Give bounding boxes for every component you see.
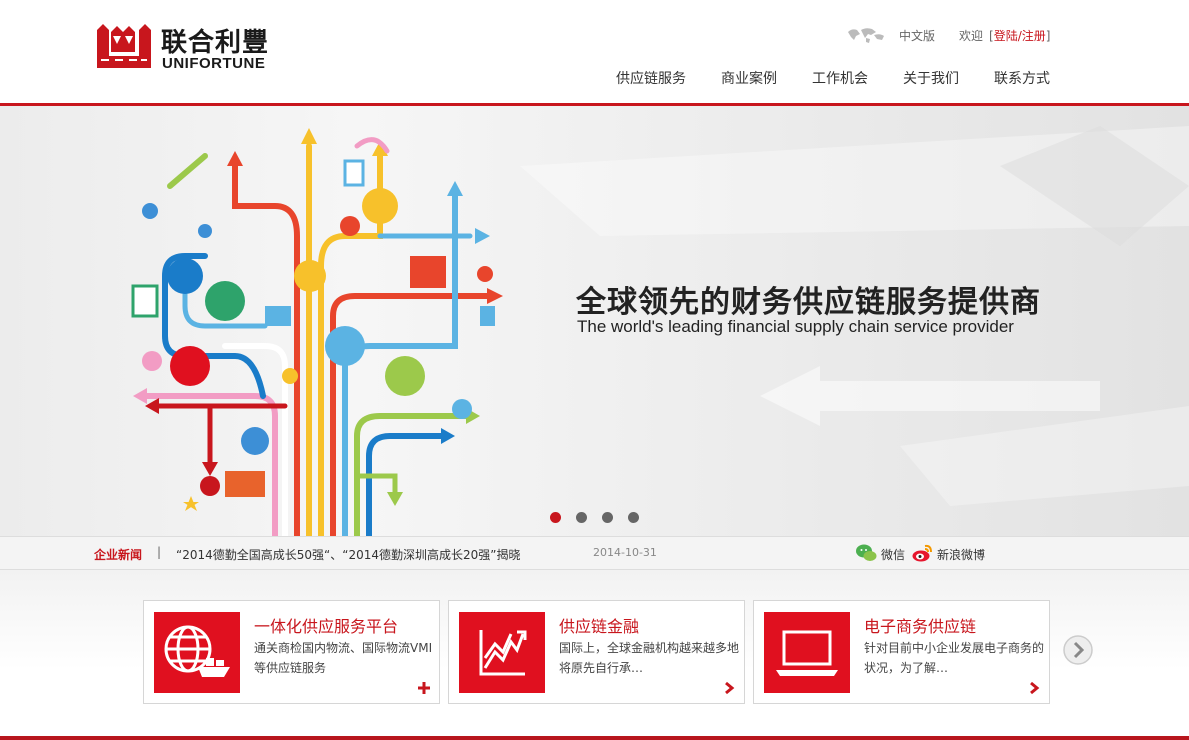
nav-item-contact[interactable]: 联系方式 [994, 68, 1050, 88]
nav-item-supply-chain-services[interactable]: 供应链服务 [616, 68, 686, 88]
header: 联合利豐 UNIFORTUNE 中文版 欢迎 [登陆/注册] 供应链服务 商业案… [0, 0, 1189, 104]
nav-item-about-us[interactable]: 关于我们 [903, 68, 959, 88]
logo[interactable]: 联合利豐 UNIFORTUNE [95, 22, 285, 74]
chevron-right-icon[interactable] [722, 681, 736, 695]
language-switch-link[interactable]: 中文版 [899, 27, 935, 44]
news-bar: 企业新闻 | “2014德勤全国高成长50强“、“2014德勤深圳高成长20强”… [0, 536, 1189, 570]
carousel-next-button[interactable] [1062, 634, 1094, 666]
page: 联合利豐 UNIFORTUNE 中文版 欢迎 [登陆/注册] 供应链服务 商业案… [0, 0, 1189, 740]
logo-text-cn: 联合利豐 [161, 28, 270, 58]
service-card-title[interactable]: 电子商务供应链 [864, 613, 976, 637]
supply-chain-tree-illustration [131, 128, 503, 536]
service-card-integrated-platform[interactable]: 一体化供应服务平台 通关商检国内物流、国际物流VMI等供应链服务 [143, 600, 440, 704]
service-card-title[interactable]: 供应链金融 [559, 613, 639, 637]
logo-text-en: UNIFORTUNE [162, 55, 266, 72]
wechat-icon[interactable] [855, 543, 877, 563]
services-section: 一体化供应服务平台 通关商检国内物流、国际物流VMI等供应链服务 供应链金融 国… [0, 570, 1189, 736]
banner-title: 全球领先的财务供应链服务提供商 [576, 285, 1041, 320]
weibo-icon[interactable] [911, 543, 933, 563]
banner-subtitle: The world's leading financial supply cha… [577, 317, 1014, 336]
service-card-desc: 国际上，全球金融机构越来越多地将原先自行承… [559, 641, 740, 675]
unifortune-logo-icon [97, 24, 151, 68]
slide-dot-2[interactable] [576, 512, 587, 523]
service-card-desc: 通关商检国内物流、国际物流VMI等供应链服务 [254, 641, 433, 675]
news-separator: | [157, 545, 162, 559]
wechat-link[interactable]: 微信 [881, 546, 905, 563]
nav-item-jobs[interactable]: 工作机会 [812, 68, 868, 88]
footer-divider [0, 736, 1189, 740]
service-card-supply-chain-finance[interactable]: 供应链金融 国际上，全球金融机构越来越多地将原先自行承… [448, 600, 745, 704]
slide-dot-4[interactable] [628, 512, 639, 523]
login-register-link[interactable]: 登陆/注册 [994, 29, 1046, 43]
slide-dot-3[interactable] [602, 512, 613, 523]
news-label[interactable]: 企业新闻 [94, 546, 142, 563]
globe-ship-icon [154, 612, 240, 693]
welcome-text: 欢迎 [959, 29, 984, 43]
weibo-link[interactable]: 新浪微博 [937, 546, 985, 563]
plus-icon[interactable] [417, 681, 431, 695]
chevron-right-icon[interactable] [1027, 681, 1041, 695]
login-group: [登陆/注册] [989, 27, 1050, 44]
world-map-icon [848, 28, 884, 43]
news-date: 2014-10-31 [593, 546, 657, 559]
service-card-title[interactable]: 一体化供应服务平台 [254, 613, 398, 637]
slide-dot-1[interactable] [550, 512, 561, 523]
nav-item-business-cases[interactable]: 商业案例 [721, 68, 777, 88]
laptop-icon [764, 612, 850, 693]
service-card-ecommerce[interactable]: 电子商务供应链 针对目前中小企业发展电子商务的状况，为了解… [753, 600, 1050, 704]
hero-banner[interactable]: 全球领先的财务供应链服务提供商 The world's leading fina… [0, 106, 1189, 536]
news-headline-link[interactable]: “2014德勤全国高成长50强“、“2014德勤深圳高成长20强”揭晓 [176, 546, 521, 563]
growth-chart-icon [459, 612, 545, 693]
bracket-close: ] [1045, 29, 1051, 43]
service-card-desc: 针对目前中小企业发展电子商务的状况，为了解… [864, 641, 1045, 675]
